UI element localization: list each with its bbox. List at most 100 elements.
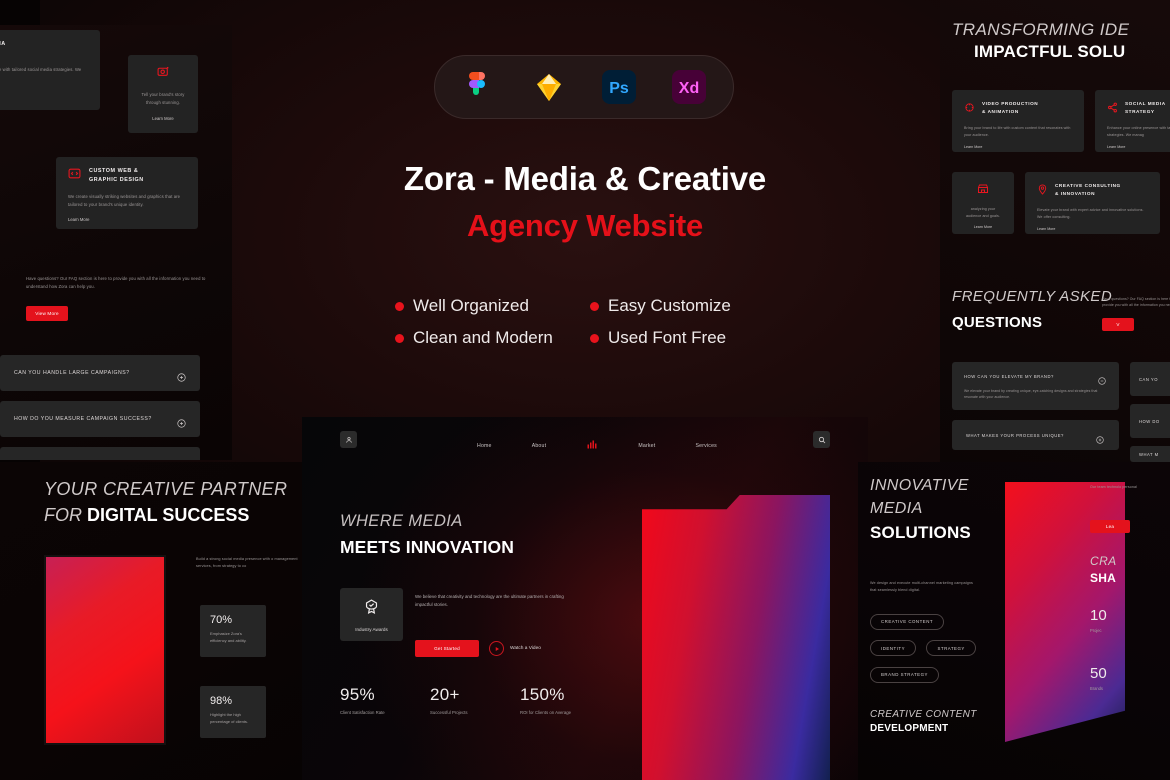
faq-intro-text: Have questions? Our FAQ section is here … [26,276,206,289]
mockup-heading-italic: WHERE MEDIA [340,512,463,530]
left-bottom-preview-panel: YOUR CREATIVE PARTNER FOR DIGITAL SUCCES… [0,462,302,780]
minus-circle-icon[interactable] [1098,372,1107,385]
stat-value: 20+ [429,685,460,704]
faq-question: HOW CAN YOU ELEVATE MY BRAND? [964,373,1054,379]
tag-list: CREATIVE CONTENT IDENTITY STRATEGY BRAND… [870,610,990,690]
service-card-learn-more-link[interactable]: Learn More [1037,227,1148,231]
nav-link-home[interactable]: Home [477,443,492,449]
service-card-body: analyzing your audience and goals. [965,207,1001,218]
sketch-icon [529,67,569,107]
section-heading-italic-line2: MEDIA [870,500,923,517]
search-icon[interactable] [813,431,830,448]
faq-accordion-item-clipped[interactable]: CAN YO [1130,362,1170,396]
portrait-image [44,555,166,745]
service-card-title: VIDEO PRODUCTION & ANIMATION [982,101,1039,114]
service-card-body: Bring your brand to life with custom con… [964,126,1071,137]
photoshop-icon: Ps [599,67,639,107]
get-started-button[interactable]: Get Started [415,640,479,657]
section-heading-bold: DIGITAL SUCCESS [87,505,250,525]
service-card-body: Enhance your online presence with tailor… [1107,126,1170,137]
stat-item: 20+ Successful Projects [420,685,510,715]
service-card-video-story[interactable]: Tell your brand's story through stunning… [128,55,198,133]
stat-label: Brands [1090,686,1103,691]
app-icons-pill: Ps Xd [434,55,734,119]
edge-stat-item: 50 Brands [1090,665,1107,691]
website-mockup-panel: Home About Market Services WHERE MEDIA M… [302,417,868,780]
stat-value: 10 [1090,607,1107,624]
play-icon[interactable] [489,641,504,656]
faq-accordion-item[interactable]: HOW DO YOU MEASURE CAMPAIGN SUCCESS? [0,401,200,437]
faq-heading-italic: FREQUENTLY ASKED [952,288,1113,305]
lightbulb-pin-icon [1037,182,1048,200]
faq-accordion-item[interactable]: CAN YOU HANDLE LARGE CAMPAIGNS? [0,355,200,391]
stat-label: Successful Projects [429,710,468,715]
mockup-paragraph: We believe that creativity and technolog… [415,594,564,608]
nav-link-services[interactable]: Services [695,443,717,449]
adobe-xd-icon: Xd [669,67,709,107]
video-camera-icon [964,100,975,118]
user-icon[interactable] [340,431,357,448]
plus-circle-icon[interactable] [1096,431,1105,444]
tag-chip[interactable]: STRATEGY [926,640,976,656]
service-card-title: SOCIAL MEDIA STRATEGY [0,41,6,47]
faq-accordion-item-clipped[interactable]: WHAT M [1130,446,1170,462]
section-heading-italic-line1: INNOVATIVE [870,477,969,494]
award-label: Industry Awards [355,626,388,632]
left-top-preview-panel: SOCIAL MEDIA STRATEGY Enhance your onlin… [0,25,232,460]
faq-question: HOW DO YOU MEASURE CAMPAIGN SUCCESS? [14,416,152,422]
view-more-button[interactable]: View More [26,306,68,321]
stat-card: 70% Emphasize Zora's efficiency and abil… [200,605,266,657]
stat-value: 150% [519,685,565,704]
section-heading-bold: IMPACTFUL SOLU [974,42,1126,61]
nav-link-about[interactable]: About [532,443,547,449]
service-card-custom-web[interactable]: CUSTOM WEB & GRAPHIC DESIGN We create vi… [56,157,198,229]
plus-circle-icon[interactable] [177,415,186,428]
faq-question: HOW DO [1139,418,1160,424]
faq-question: WHAT M [1139,451,1159,457]
faq-accordion-item[interactable]: WHAT MAKES YOUR PROCESS UNIQUE? [952,420,1119,450]
faq-accordion-item-partial[interactable] [0,447,200,460]
svg-text:Ps: Ps [609,80,629,97]
stat-value: 95% [340,685,375,704]
faq-accordion-item-expanded[interactable]: HOW CAN YOU ELEVATE MY BRAND? We elevate… [952,362,1119,410]
faq-answer: We elevate your brand by creating unique… [964,388,1098,399]
service-card-learn-more-link[interactable]: Learn More [0,91,88,96]
figma-icon [459,67,499,107]
stat-label: Emphasize Zora's efficiency and ability. [210,631,247,644]
watch-video-control[interactable]: Watch a Video [489,641,541,656]
view-more-button[interactable]: V [1102,318,1134,331]
service-card-market-analysis[interactable]: analyzing your audience and goals. Learn… [952,172,1014,234]
bar-chart-logo-icon[interactable] [586,437,598,455]
service-card-title: CREATIVE CONSULTING & INNOVATION [1055,183,1121,196]
service-card-learn-more-link[interactable]: Learn More [964,225,1002,229]
edge-paragraph: Our team technolo personal [1090,485,1137,489]
store-icon [977,182,989,200]
tag-chip[interactable]: IDENTITY [870,640,917,656]
nav-link-market[interactable]: Market [638,443,655,449]
tag-chip[interactable]: CREATIVE CONTENT [870,613,945,630]
service-card-creative-consulting[interactable]: CREATIVE CONSULTING & INNOVATION Elevate… [1025,172,1160,234]
stat-label: ROI for Clients on Average [519,710,572,715]
service-card-learn-more-link[interactable]: Learn More [140,116,186,121]
tag-chip[interactable]: BRAND STRATEGY [870,666,939,683]
service-card-learn-more-link[interactable]: Learn More [1107,145,1170,149]
service-card-body: Elevate your brand with expert advice an… [1037,208,1144,219]
plus-circle-icon[interactable] [177,369,186,382]
section-heading-italic: TRANSFORMING IDE [952,20,1130,39]
service-card-learn-more-link[interactable]: Learn More [68,217,186,222]
stat-card: 98% Highlight the high percentage of cli… [200,686,266,738]
service-card-social-media[interactable]: SOCIAL MEDIA STRATEGY Enhance your onlin… [1095,90,1170,152]
section-heading-italic: YOUR CREATIVE PARTNER [44,479,288,499]
hero-portrait-image [642,495,830,780]
edge-stat-item: 10 Projec [1090,607,1107,633]
service-card-social-media[interactable]: SOCIAL MEDIA STRATEGY Enhance your onlin… [0,30,100,110]
faq-accordion-item-clipped[interactable]: HOW DO [1130,404,1170,438]
screenshot-stage: SOCIAL MEDIA STRATEGY Enhance your onlin… [0,0,1170,780]
faq-question: WHAT MAKES YOUR PROCESS UNIQUE? [966,432,1064,438]
service-card-video-production[interactable]: VIDEO PRODUCTION & ANIMATION Bring your … [952,90,1084,152]
edge-learn-more-button[interactable]: Lea [1090,520,1130,533]
stat-label: Client Satisfaction Rate [340,710,385,715]
faq-question: CAN YOU HANDLE LARGE CAMPAIGNS? [14,370,130,376]
service-card-learn-more-link[interactable]: Learn More [964,145,1072,149]
mockup-stats-row: 95% Client Satisfaction Rate 20+ Success… [330,685,600,715]
